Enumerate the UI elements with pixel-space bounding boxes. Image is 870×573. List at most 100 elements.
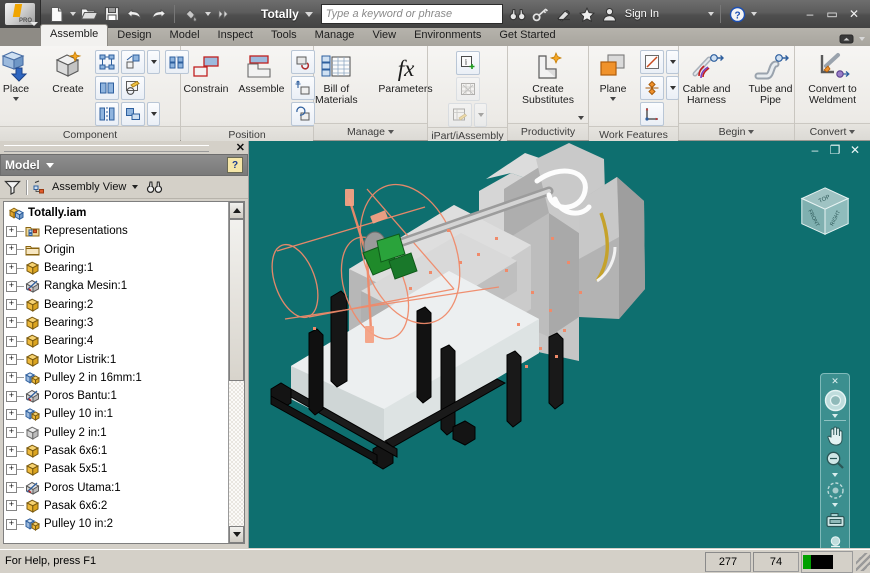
constrain-button[interactable]: Constrain xyxy=(179,49,232,96)
save-file-button[interactable] xyxy=(101,3,123,25)
browser-drag-strip[interactable]: ✕ xyxy=(0,141,248,154)
tree-node[interactable]: + Pasak 6x6:2 xyxy=(6,497,228,515)
tube-and-pipe-button[interactable]: Tube and Pipe xyxy=(742,49,800,107)
mirror-dropdown[interactable] xyxy=(147,50,160,74)
free-orbit-icon[interactable] xyxy=(823,478,847,502)
tab-view[interactable]: View xyxy=(363,26,405,46)
tree-root-node[interactable]: Totally.iam xyxy=(6,204,228,222)
tree-expand-button[interactable]: + xyxy=(6,463,17,475)
tree-node[interactable]: + Pasak 5x5:1 xyxy=(6,460,228,478)
browser-find-icon[interactable] xyxy=(146,180,163,194)
zoom-magnifier-icon[interactable] xyxy=(823,448,847,472)
search-input[interactable]: Type a keyword or phrase xyxy=(320,4,503,24)
chevron-down-icon[interactable] xyxy=(132,185,139,189)
document-restore-button[interactable]: ❐ xyxy=(827,143,843,157)
plane-chevron-icon[interactable] xyxy=(610,97,616,101)
pattern-icon[interactable] xyxy=(95,50,119,74)
appearance-dropdown[interactable] xyxy=(203,3,212,25)
tree-node[interactable]: + Rangka Mesin:1 xyxy=(6,277,228,295)
tree-node[interactable]: + Pulley 10 in:2 xyxy=(6,515,228,533)
place-component-button[interactable]: Place xyxy=(0,49,41,102)
tree-expand-button[interactable]: + xyxy=(6,518,17,530)
help-dropdown[interactable] xyxy=(749,3,758,25)
shrinkwrap-dropdown[interactable] xyxy=(147,102,160,126)
sign-in-label[interactable]: Sign In xyxy=(625,8,659,20)
document-minimize-button[interactable]: – xyxy=(807,143,823,157)
browser-help-icon[interactable]: ? xyxy=(227,157,243,173)
steering-wheel-icon[interactable] xyxy=(823,387,847,413)
tree-expand-button[interactable]: + xyxy=(6,445,17,457)
tree-node[interactable]: + Bearing:2 xyxy=(6,295,228,313)
scroll-up-button[interactable] xyxy=(229,202,244,219)
document-close-button[interactable]: ✕ xyxy=(847,143,863,157)
edit-factory-icon[interactable] xyxy=(448,103,472,127)
mirror-icon[interactable] xyxy=(121,50,145,74)
browser-close-button[interactable]: ✕ xyxy=(236,142,245,153)
tree-expand-button[interactable]: + xyxy=(6,299,17,311)
tab-manage[interactable]: Manage xyxy=(306,26,364,46)
tree-expand-button[interactable]: + xyxy=(6,408,17,420)
filter-funnel-icon[interactable] xyxy=(4,179,21,195)
work-point-icon[interactable] xyxy=(640,76,664,100)
cable-and-harness-button[interactable]: Cable and Harness xyxy=(674,49,740,107)
open-file-button[interactable] xyxy=(78,3,100,25)
new-file-dropdown[interactable] xyxy=(68,3,77,25)
chevron-down-icon[interactable] xyxy=(748,130,755,134)
resize-grip[interactable] xyxy=(856,552,870,571)
edit-factory-dropdown[interactable] xyxy=(474,103,487,127)
tab-assemble[interactable]: Assemble xyxy=(40,24,109,46)
tree-expand-button[interactable]: + xyxy=(6,500,17,512)
person-icon[interactable] xyxy=(599,3,621,25)
tree-node[interactable]: + Poros Bantu:1 xyxy=(6,387,228,405)
plane-button[interactable]: Plane xyxy=(588,49,638,102)
mirror-assembly-icon[interactable] xyxy=(95,102,119,126)
tree-node[interactable]: + Bearing:4 xyxy=(6,332,228,350)
panel-label-convert[interactable]: Convert xyxy=(795,123,870,140)
tab-environments[interactable]: Environments xyxy=(405,26,490,46)
bill-of-materials-button[interactable]: Bill of Materials xyxy=(304,49,368,107)
convert-to-weldment-button[interactable]: Convert to Weldment xyxy=(797,49,869,107)
tree-expand-button[interactable]: + xyxy=(6,317,17,329)
tree-expand-button[interactable]: + xyxy=(6,372,17,384)
application-menu-button[interactable]: PRO xyxy=(0,0,41,28)
tree-node[interactable]: + Bearing:1 xyxy=(6,259,228,277)
ribbon-display-icon[interactable] xyxy=(837,31,855,46)
tab-get-started[interactable]: Get Started xyxy=(490,26,564,46)
model-tree-scrollbar[interactable] xyxy=(228,202,244,543)
steering-wheel-chevron-icon[interactable] xyxy=(832,414,838,418)
graphics-viewport[interactable]: – ❐ ✕ TOP FRONT RIGHT ✕ xyxy=(249,141,870,548)
replace-icon[interactable] xyxy=(95,76,119,100)
binoculars-icon[interactable] xyxy=(507,3,529,25)
create-component-button[interactable]: Create xyxy=(43,49,93,96)
tree-expand-button[interactable]: + xyxy=(6,280,17,292)
document-title-chevron-icon[interactable] xyxy=(304,11,313,17)
ribbon-display-dropdown[interactable] xyxy=(857,31,866,46)
scroll-thumb[interactable] xyxy=(229,219,244,381)
sign-in-dropdown[interactable] xyxy=(706,3,715,25)
chevron-down-icon[interactable] xyxy=(387,130,394,134)
ucs-icon[interactable] xyxy=(640,102,664,126)
tree-expand-button[interactable]: + xyxy=(6,354,17,366)
tree-node[interactable]: + Poros Utama:1 xyxy=(6,478,228,496)
tree-node[interactable]: + Bearing:3 xyxy=(6,314,228,332)
panel-label-begin[interactable]: Begin xyxy=(679,123,794,140)
assembly-3d-model[interactable] xyxy=(249,141,870,548)
tree-expand-button[interactable]: + xyxy=(6,262,17,274)
redo-button[interactable] xyxy=(147,3,169,25)
tree-node[interactable]: + Pulley 2 in 16mm:1 xyxy=(6,369,228,387)
browser-title-chevron-icon[interactable] xyxy=(45,162,54,168)
edit-pencil-icon[interactable] xyxy=(121,76,145,100)
tree-expand-button[interactable]: + xyxy=(6,427,17,439)
tree-node[interactable]: + Pulley 10 in:1 xyxy=(6,405,228,423)
tab-design[interactable]: Design xyxy=(108,26,160,46)
panel-label-manage[interactable]: Manage xyxy=(314,123,427,140)
tree-expand-button[interactable]: + xyxy=(6,244,17,256)
assembly-view-selector[interactable]: Assembly View xyxy=(33,180,139,194)
zoom-chevron-icon[interactable] xyxy=(832,473,838,477)
tab-tools[interactable]: Tools xyxy=(262,26,306,46)
assemble-button[interactable]: Assemble xyxy=(234,49,288,96)
tree-node[interactable]: + Representations xyxy=(6,222,228,240)
more-commands-button[interactable] xyxy=(213,3,235,25)
maximize-button[interactable]: ▭ xyxy=(822,5,842,23)
tab-inspect[interactable]: Inspect xyxy=(209,26,262,46)
